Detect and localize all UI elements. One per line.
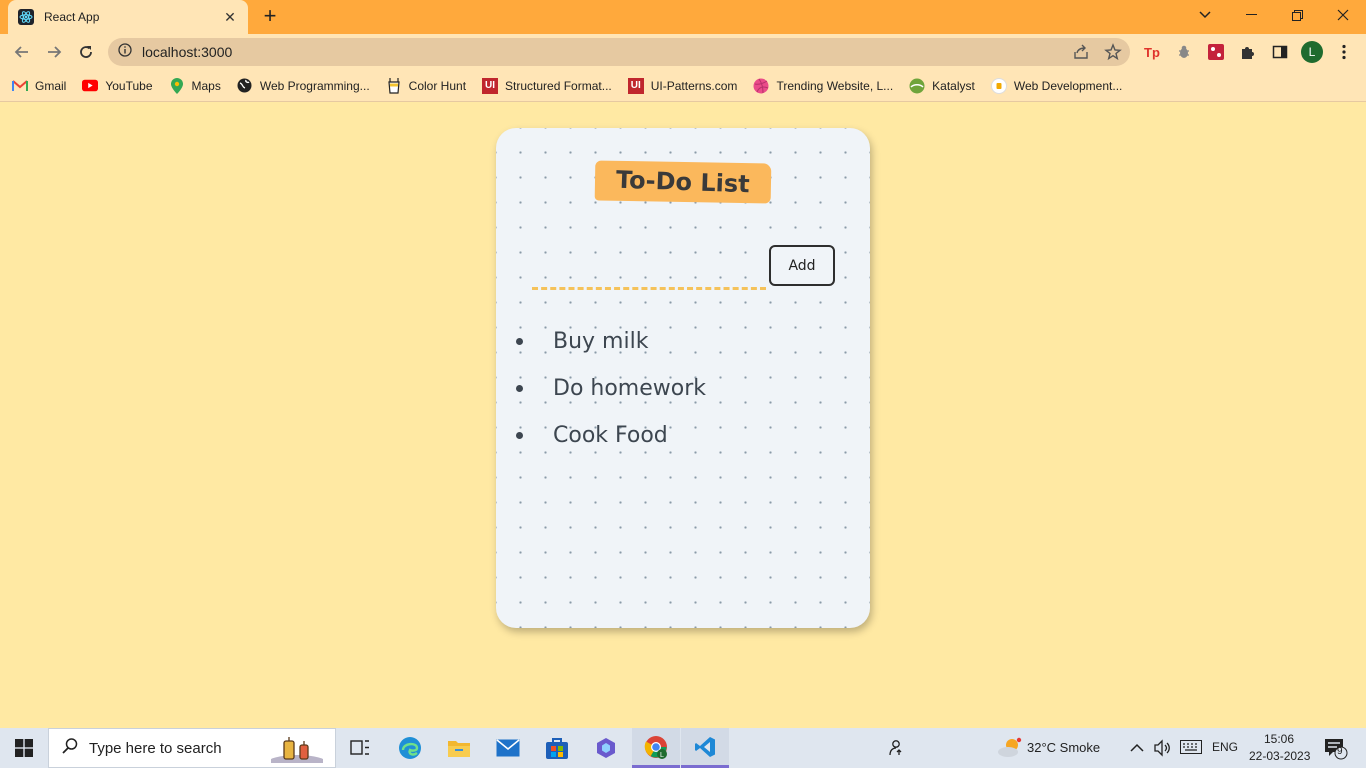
bookmark-katalyst[interactable]: Katalyst (909, 78, 975, 94)
close-tab-icon[interactable]: ✕ (222, 9, 238, 26)
web-dev-icon (990, 77, 1007, 94)
reload-icon[interactable] (74, 40, 98, 64)
share-icon[interactable] (1072, 43, 1090, 66)
tab-search-chevron-icon[interactable] (1182, 0, 1228, 30)
bookmark-maps[interactable]: Maps (169, 77, 221, 94)
vscode-icon[interactable] (681, 728, 729, 768)
bookmark-star-icon[interactable] (1104, 43, 1122, 66)
list-item[interactable]: Do homework (516, 365, 706, 412)
extensions-puzzle-icon[interactable] (1236, 40, 1260, 64)
menu-kebab-icon[interactable] (1332, 40, 1356, 64)
bookmark-youtube[interactable]: YouTube (82, 78, 153, 94)
clock-time[interactable]: 15:06 (1264, 732, 1294, 746)
notification-count: 9 (1337, 746, 1343, 757)
task-view-icon[interactable] (336, 728, 384, 768)
side-panel-icon[interactable] (1268, 40, 1292, 64)
bookmarks-bar: Gmail YouTube Maps Web Programming... Co… (0, 70, 1366, 102)
dribbble-icon (753, 78, 769, 94)
list-item[interactable]: Cook Food (516, 412, 706, 459)
bookmark-web-programming[interactable]: Web Programming... (237, 78, 370, 94)
keyboard-icon[interactable] (1180, 740, 1202, 759)
people-icon[interactable] (872, 728, 920, 768)
forward-arrow-icon[interactable] (42, 40, 66, 64)
bookmark-color-hunt[interactable]: Color Hunt (386, 77, 466, 94)
mail-icon[interactable] (484, 728, 532, 768)
tab-strip: React App ✕ + (0, 0, 1366, 34)
todo-item-text: Do homework (553, 376, 707, 401)
red-extension-icon[interactable] (1204, 40, 1228, 64)
clock-date[interactable]: 22-03-2023 (1249, 749, 1310, 763)
bullet-icon (516, 338, 523, 345)
title-highlight: To-Do List (594, 160, 772, 204)
notification-icon[interactable]: 9 (1324, 738, 1348, 765)
lantern-icon (267, 735, 327, 768)
todo-item-text: Buy milk (553, 329, 649, 354)
language-indicator[interactable]: ENG (1212, 740, 1238, 754)
minimize-button[interactable] (1228, 0, 1274, 30)
close-window-button[interactable] (1320, 0, 1366, 30)
site-info-icon[interactable] (118, 42, 132, 62)
color-hunt-icon (386, 77, 402, 94)
address-bar[interactable]: localhost:3000 (108, 38, 1130, 66)
bookmark-trending-website[interactable]: Trending Website, L... (753, 78, 893, 94)
windows-taskbar: Type here to search L 32°C Smoke ENG 15:… (0, 728, 1366, 768)
globe-icon (237, 78, 253, 94)
react-icon (18, 9, 34, 25)
bookmark-structured-format[interactable]: UI Structured Format... (482, 77, 612, 94)
todo-list: Buy milk Do homework Cook Food (516, 318, 706, 459)
list-item[interactable]: Buy milk (516, 318, 706, 365)
url-text: localhost:3000 (142, 44, 233, 60)
bug-extension-icon[interactable] (1172, 40, 1196, 64)
restore-button[interactable] (1274, 0, 1320, 30)
maps-icon (169, 77, 185, 94)
tab-title: React App (44, 10, 100, 24)
store-icon[interactable] (533, 728, 581, 768)
tp-extension-icon[interactable]: Tp (1140, 40, 1164, 64)
bookmark-ui-patterns[interactable]: UI UI-Patterns.com (627, 77, 737, 94)
search-placeholder: Type here to search (89, 739, 222, 757)
file-explorer-icon[interactable] (435, 728, 483, 768)
todo-input[interactable] (532, 264, 766, 290)
bookmark-gmail[interactable]: Gmail (12, 78, 66, 94)
ui-icon: UI (482, 77, 499, 94)
gmail-icon (12, 78, 28, 94)
search-icon (61, 737, 79, 760)
volume-icon[interactable] (1153, 739, 1171, 762)
browser-toolbar: localhost:3000 Tp L (0, 34, 1366, 70)
edge-icon[interactable] (386, 728, 434, 768)
new-tab-button[interactable]: + (258, 5, 282, 28)
bullet-icon (516, 385, 523, 392)
todo-card: To-Do List Add Buy milk Do homework Cook… (496, 128, 870, 628)
todo-item-text: Cook Food (553, 423, 668, 448)
windows-start-icon[interactable] (0, 728, 48, 768)
back-arrow-icon[interactable] (10, 40, 34, 64)
add-button[interactable]: Add (769, 245, 835, 286)
svg-text:L: L (660, 752, 664, 759)
youtube-icon (82, 78, 99, 94)
page-title: To-Do List (615, 165, 751, 199)
ui-icon: UI (627, 77, 644, 94)
chrome-icon[interactable]: L (632, 728, 680, 768)
bookmark-web-development[interactable]: Web Development... (990, 77, 1122, 94)
copilot-icon[interactable] (582, 728, 630, 768)
chevron-up-icon[interactable] (1130, 740, 1144, 758)
tab-react-app[interactable]: React App ✕ (8, 0, 248, 34)
profile-avatar[interactable]: L (1300, 40, 1324, 64)
weather-text[interactable]: 32°C Smoke (1027, 740, 1100, 755)
bullet-icon (516, 432, 523, 439)
katalyst-icon (909, 78, 925, 94)
taskbar-search[interactable]: Type here to search (48, 728, 336, 768)
